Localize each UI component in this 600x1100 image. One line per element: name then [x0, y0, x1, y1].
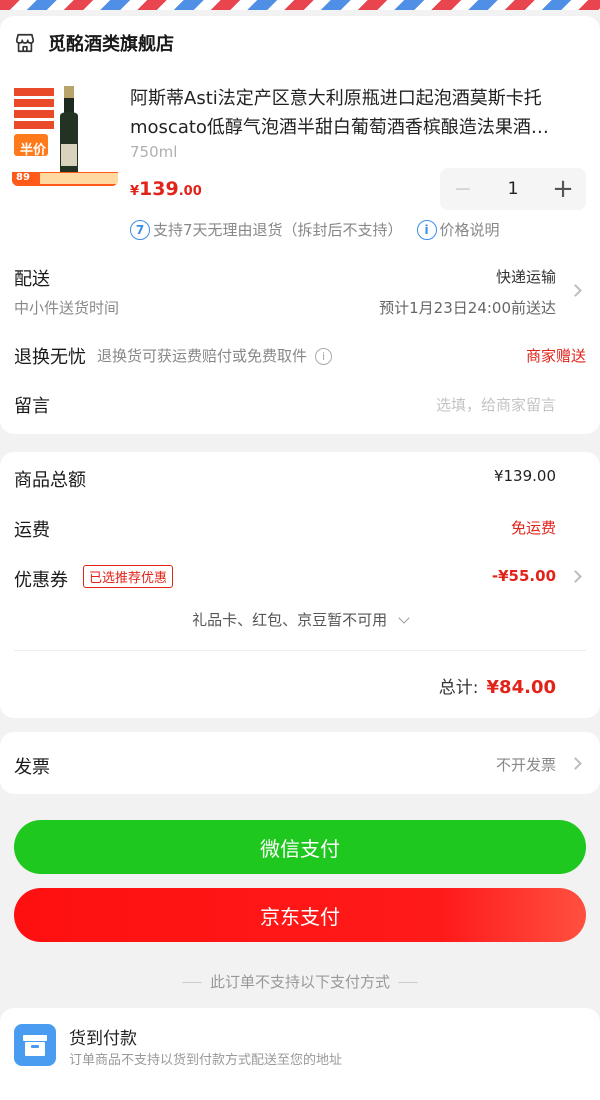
- store-name: 觅酩酒类旗舰店: [48, 34, 174, 55]
- minus-button[interactable]: −: [440, 177, 486, 202]
- return-policy[interactable]: 7 支持7天无理由退货（拆封后不支持） i 价格说明: [130, 219, 500, 240]
- seven-day-return-icon: 7: [130, 219, 150, 240]
- product-title[interactable]: 阿斯蒂Asti法定产区意大利原瓶进口起泡酒莫斯卡托moscato低醇气泡酒半甜白…: [130, 84, 570, 142]
- goods-total-value: ¥139.00: [493, 467, 556, 485]
- delivery-eta[interactable]: 预计1月23日24:00前送达: [379, 297, 556, 318]
- quantity-value[interactable]: 1: [486, 179, 540, 199]
- total-label: 总计:: [438, 678, 479, 698]
- unavailable-text: 礼品卡、红包、京豆暂不可用: [192, 611, 388, 629]
- store-header[interactable]: 觅酩酒类旗舰店: [14, 30, 174, 56]
- unsupported-text: 此订单不支持以下支付方式: [209, 973, 390, 991]
- product-price: ¥139.00: [130, 178, 202, 200]
- price-note-link[interactable]: i 价格说明: [416, 219, 500, 240]
- order-total: 总计: ¥84.00: [439, 673, 556, 698]
- wechat-pay-button[interactable]: 微信支付: [14, 820, 586, 874]
- airmail-border: [0, 0, 600, 10]
- price-note-text: 价格说明: [439, 221, 500, 239]
- divider: [14, 650, 586, 651]
- chevron-down-icon: [398, 612, 410, 624]
- goods-total-label: 商品总额: [14, 470, 86, 491]
- info-icon: i: [416, 219, 437, 240]
- cod-title: 货到付款: [69, 1029, 137, 1049]
- divider: [181, 982, 202, 983]
- store-icon: [15, 33, 35, 53]
- price-integer: 139: [139, 178, 179, 200]
- delivery-label: 配送: [14, 269, 50, 290]
- coupon-tag: 已选推荐优惠: [83, 565, 174, 588]
- delivery-sub: 中小件送货时间: [14, 299, 120, 317]
- return-policy-text: 支持7天无理由退货（拆封后不支持）: [153, 221, 403, 239]
- worry-free-label: 退换无忧: [14, 347, 86, 368]
- message-label: 留言: [14, 396, 50, 417]
- worry-free-desc-text: 退换货可获运费赔付或免费取件: [97, 347, 308, 365]
- shipping-value: 免运费: [510, 519, 556, 537]
- worry-free-desc: 退换货可获运费赔付或免费取件 i: [97, 345, 333, 366]
- cash-box-icon: [14, 1024, 56, 1066]
- unavailable-note[interactable]: 礼品卡、红包、京豆暂不可用: [0, 609, 600, 630]
- coupon-value[interactable]: -¥55.00: [492, 567, 556, 585]
- total-amount: ¥84.00: [486, 677, 556, 698]
- cod-desc: 订单商品不支持以货到付款方式配送至您的地址: [69, 1053, 343, 1068]
- divider: [398, 982, 418, 983]
- plus-button[interactable]: +: [540, 174, 586, 204]
- product-image[interactable]: 半价 89: [12, 84, 118, 186]
- delivery-method[interactable]: 快递运输: [496, 266, 556, 287]
- invoice-label: 发票: [14, 757, 50, 778]
- worry-free-status: 商家赠送: [525, 347, 586, 365]
- wine-bottle-image: [12, 86, 118, 186]
- coupon-label: 优惠券: [14, 570, 68, 591]
- quantity-stepper: − 1 +: [440, 168, 586, 210]
- price-currency: ¥: [130, 184, 140, 199]
- shipping-label: 运费: [14, 520, 50, 541]
- unsupported-note: 此订单不支持以下支付方式: [0, 971, 600, 992]
- jd-pay-button[interactable]: 京东支付: [14, 888, 586, 942]
- message-input[interactable]: 选填，给商家留言: [436, 394, 556, 415]
- cod-option[interactable]: 货到付款 订单商品不支持以货到付款方式配送至您的地址: [0, 1008, 600, 1100]
- price-decimal: .00: [178, 184, 202, 199]
- image-price: 89: [16, 172, 30, 183]
- invoice-value[interactable]: 不开发票: [496, 754, 556, 775]
- product-volume: 750ml: [130, 143, 178, 161]
- image-badge: 半价: [20, 143, 47, 158]
- info-icon[interactable]: i: [315, 348, 333, 365]
